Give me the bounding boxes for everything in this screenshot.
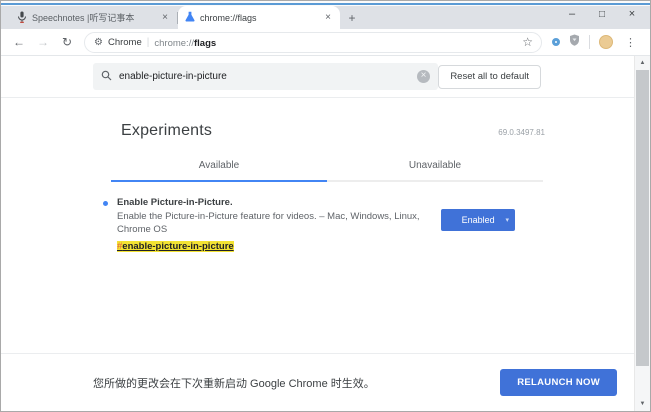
close-icon[interactable]: × xyxy=(323,12,333,23)
flag-entry: Enable Picture-in-Picture. Enable the Pi… xyxy=(93,196,543,253)
close-window-button[interactable]: × xyxy=(617,4,647,24)
profile-avatar[interactable] xyxy=(599,35,613,49)
omnibox-site-label: Chrome xyxy=(108,37,142,48)
window-top-edge xyxy=(1,1,650,6)
page-content: × Reset all to default Experiments 69.0.… xyxy=(1,56,650,411)
flag-info: Enable Picture-in-Picture. Enable the Pi… xyxy=(117,196,441,253)
search-input[interactable] xyxy=(119,71,410,82)
tab-available[interactable]: Available xyxy=(111,154,327,182)
omnibox[interactable]: ⚙ Chrome | chrome://flags ☆ xyxy=(84,32,542,53)
window-accent-line xyxy=(1,3,650,5)
chrome-version: 69.0.3497.81 xyxy=(498,128,545,137)
url-scheme: chrome:// xyxy=(154,38,194,49)
browser-toolbar: ← → ↻ ⚙ Chrome | chrome://flags ☆ ⋮ xyxy=(1,29,650,56)
clear-search-icon[interactable]: × xyxy=(417,70,430,83)
selected-state: Enabled xyxy=(462,215,495,225)
tab-chrome-flags[interactable]: chrome://flags × xyxy=(178,6,340,29)
toolbar-separator xyxy=(589,35,590,49)
permalink-text: enable-picture-in-picture xyxy=(122,241,233,252)
forward-button[interactable]: → xyxy=(32,35,54,49)
flask-icon xyxy=(185,11,195,24)
extension-area: ⋮ xyxy=(548,33,643,51)
chevron-down-icon: ▾ xyxy=(505,216,509,224)
site-settings-icon[interactable]: ⚙ xyxy=(94,37,103,48)
flags-search-box[interactable]: × xyxy=(93,63,438,90)
microphone-icon xyxy=(17,11,27,25)
page-title: Experiments xyxy=(121,122,212,140)
maximize-button[interactable]: □ xyxy=(587,4,617,24)
relaunch-bar: 您所做的更改会在下次重新启动 Google Chrome 时生效。 RELAUN… xyxy=(1,353,634,411)
url-host: flags xyxy=(194,38,216,49)
availability-tabs: Available Unavailable xyxy=(111,154,543,182)
flag-bullet-icon xyxy=(103,201,108,206)
back-button[interactable]: ← xyxy=(8,35,30,49)
tab-title: chrome://flags xyxy=(200,13,318,23)
omnibox-separator: | xyxy=(147,37,150,48)
minimize-button[interactable]: – xyxy=(557,4,587,24)
flag-state-select[interactable]: Enabled ▾ xyxy=(441,209,515,231)
tab-speechnotes[interactable]: Speechnotes |听写记事本 × xyxy=(10,6,177,29)
scrollbar-thumb[interactable] xyxy=(636,70,649,366)
reset-all-button[interactable]: Reset all to default xyxy=(438,65,541,89)
flag-permalink[interactable]: #enable-picture-in-picture xyxy=(117,241,234,252)
scroll-up-icon[interactable]: ▲ xyxy=(635,56,650,70)
scroll-down-icon[interactable]: ▼ xyxy=(635,397,650,411)
browser-menu-icon[interactable]: ⋮ xyxy=(622,36,639,49)
browser-window: – □ × Speechnotes |听写记事本 × chrome://flag… xyxy=(0,0,651,412)
scrollbar[interactable]: ▲ ▼ xyxy=(634,56,650,411)
restart-notice: 您所做的更改会在下次重新启动 Google Chrome 时生效。 xyxy=(93,375,375,391)
window-controls: – □ × xyxy=(557,4,647,24)
search-icon xyxy=(101,68,112,86)
extension-ring-icon[interactable] xyxy=(552,38,560,46)
bookmark-star-icon[interactable]: ☆ xyxy=(519,35,536,49)
close-icon[interactable]: × xyxy=(160,12,170,23)
new-tab-button[interactable]: + xyxy=(340,6,364,29)
relaunch-now-button[interactable]: RELAUNCH NOW xyxy=(500,369,617,396)
tab-strip: Speechnotes |听写记事本 × chrome://flags × + xyxy=(1,6,650,29)
tab-unavailable[interactable]: Unavailable xyxy=(327,154,543,182)
flag-permalink-line: #enable-picture-in-picture xyxy=(117,240,441,253)
flags-search-row: × Reset all to default xyxy=(1,56,634,98)
omnibox-url: chrome://flags xyxy=(154,33,216,51)
flag-name: Enable Picture-in-Picture. xyxy=(117,196,441,209)
flag-description: Enable the Picture-in-Picture feature fo… xyxy=(117,210,441,236)
shield-extension-icon[interactable] xyxy=(569,33,580,51)
reload-button[interactable]: ↻ xyxy=(56,35,78,49)
tab-title: Speechnotes |听写记事本 xyxy=(32,11,155,24)
experiments-header: Experiments 69.0.3497.81 xyxy=(1,98,634,140)
